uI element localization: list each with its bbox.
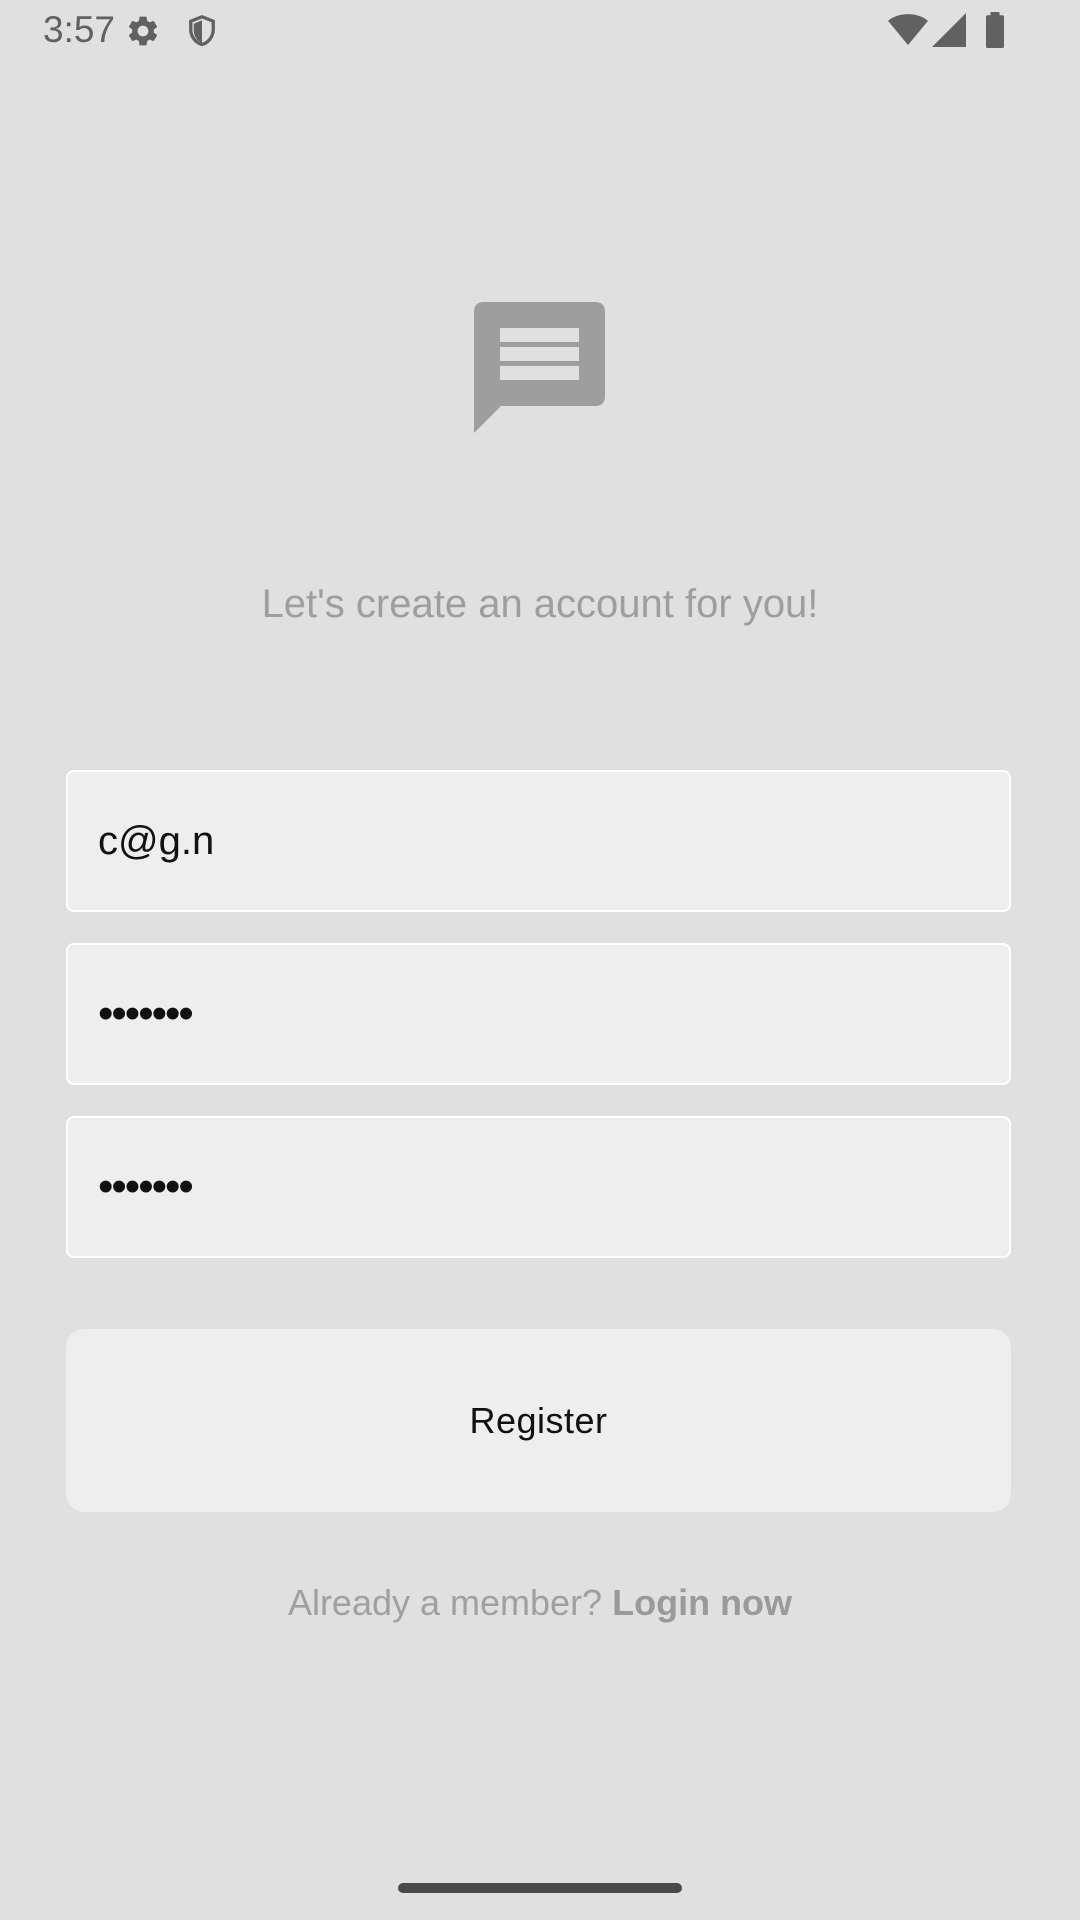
register-button[interactable]: Register (66, 1329, 1011, 1512)
message-icon (474, 302, 605, 433)
status-time: 3:57 (43, 9, 116, 50)
signal-icon (932, 13, 966, 47)
home-indicator[interactable] (398, 1883, 682, 1893)
password-field[interactable]: ••••••• (66, 943, 1011, 1085)
login-prompt: Already a member? Login now (0, 1582, 1080, 1624)
login-now-link[interactable]: Login now (612, 1582, 792, 1623)
shield-icon (189, 14, 215, 47)
confirm-password-field-value: ••••••• (98, 1162, 194, 1211)
login-prompt-text: Already a member? (287, 1582, 603, 1623)
status-bar: 3:57 (0, 0, 1080, 64)
tagline: Let's create an account for you! (261, 582, 819, 626)
email-field-value: c@g.n (98, 819, 215, 863)
password-field-value: ••••••• (98, 989, 194, 1038)
battery-icon (986, 12, 1004, 48)
wifi-icon (888, 14, 928, 45)
gear-icon (128, 16, 158, 46)
confirm-password-field[interactable]: ••••••• (66, 1116, 1011, 1258)
email-field[interactable]: c@g.n (66, 770, 1011, 912)
